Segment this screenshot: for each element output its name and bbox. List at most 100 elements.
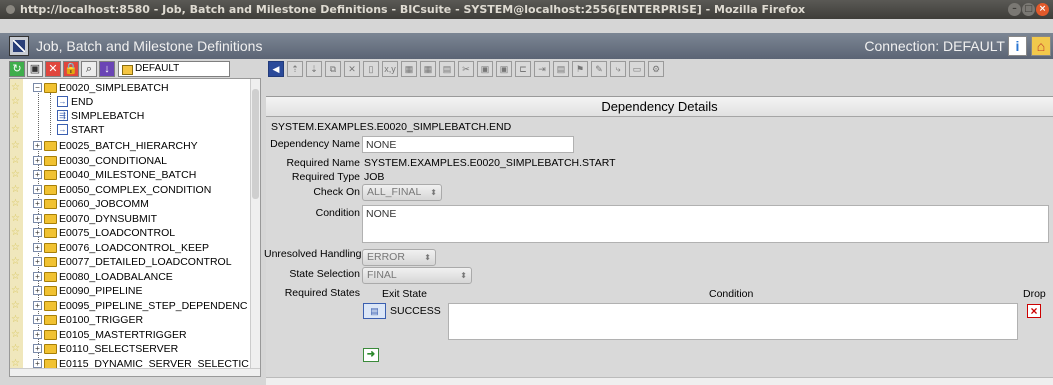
table-icon[interactable]: ▤ <box>439 61 455 77</box>
tree-row-folder[interactable]: ☆ + E0077_DETAILED_LOADCONTROL <box>10 255 250 269</box>
job-icon: → <box>57 96 68 107</box>
exit-state-picker-icon[interactable]: ▤ <box>363 303 386 319</box>
save-icon[interactable]: ▤ <box>553 61 569 77</box>
grid-alt-icon[interactable]: ▦ <box>420 61 436 77</box>
close-window-button[interactable]: × <box>1036 3 1049 16</box>
tree-row-folder[interactable]: ☆ + E0105_MASTERTRIGGER <box>10 328 250 342</box>
required-states-label: Required States <box>284 287 360 299</box>
expand-icon[interactable]: + <box>33 358 42 368</box>
expand-icon[interactable]: + <box>33 271 42 281</box>
dependency-name-input[interactable]: NONE <box>362 136 574 153</box>
tree-row-folder[interactable]: ☆ + E0040_MILESTONE_BATCH <box>10 168 250 182</box>
star-icon: ☆ <box>11 328 20 340</box>
run-icon[interactable]: ⤷ <box>610 61 626 77</box>
tree-row-child[interactable]: ☆ → START <box>10 123 250 137</box>
tree-row-folder[interactable]: ☆ + E0025_BATCH_HIERARCHY <box>10 139 250 153</box>
cut-icon[interactable]: ✂ <box>458 61 474 77</box>
expand-icon[interactable]: + <box>33 213 42 223</box>
delete-icon[interactable]: ✕ <box>344 61 360 77</box>
expand-icon[interactable]: + <box>33 141 42 150</box>
clipboard-icon[interactable]: ▣ <box>496 61 512 77</box>
tree-row-folder[interactable]: ☆ + E0095_PIPELINE_STEP_DEPENDENC <box>10 299 250 313</box>
filter-icon[interactable]: ⚙ <box>648 61 664 77</box>
star-icon: ☆ <box>11 357 20 369</box>
expand-icon[interactable]: + <box>33 155 42 165</box>
document-icon[interactable]: ▯ <box>363 61 379 77</box>
drop-state-button[interactable]: × <box>1027 304 1041 318</box>
expand-icon[interactable]: + <box>33 228 42 237</box>
object-path: SYSTEM.EXAMPLES.E0020_SIMPLEBATCH.END <box>271 121 512 133</box>
search-icon[interactable]: ⌕ <box>81 61 97 77</box>
unresolved-handling-value: ERROR <box>367 251 405 263</box>
back-icon[interactable]: ◀ <box>268 61 284 77</box>
home-icon[interactable]: ⌂ <box>1031 36 1051 56</box>
check-on-select[interactable]: ALL_FINAL ⬍ <box>362 184 442 201</box>
dependency-name-label: Dependency Name <box>270 138 360 150</box>
tree-row-folder[interactable]: ☆ + E0030_CONDITIONAL <box>10 154 250 168</box>
tree-item-label: E0080_LOADBALANCE <box>59 270 173 283</box>
state-selection-select[interactable]: FINAL ⬍ <box>362 267 472 284</box>
lock-icon[interactable]: 🔒 <box>63 61 79 77</box>
move-up-icon[interactable]: ⇡ <box>287 61 303 77</box>
unresolved-handling-select[interactable]: ERROR ⬍ <box>362 249 436 266</box>
tree-row-folder[interactable]: ☆ + E0100_TRIGGER <box>10 313 250 327</box>
collapse-icon[interactable]: − <box>33 83 42 92</box>
expand-icon[interactable]: + <box>33 286 42 295</box>
export-icon[interactable]: ⇥ <box>534 61 550 77</box>
tree-row-folder[interactable]: ☆ + E0075_LOADCONTROL <box>10 226 250 240</box>
tree-row-folder[interactable]: ☆ + E0050_COMPLEX_CONDITION <box>10 183 250 197</box>
expand-icon[interactable]: + <box>33 257 42 266</box>
folder-icon <box>44 315 57 325</box>
expand-icon[interactable]: + <box>33 344 42 353</box>
tree-horizontal-scrollbar[interactable] <box>10 368 260 376</box>
condition-textarea[interactable]: NONE <box>362 205 1049 243</box>
copy-icon[interactable]: ⧉ <box>325 61 341 77</box>
paste-icon[interactable]: ▣ <box>477 61 493 77</box>
tree-row-open-folder[interactable]: ☆ − E0020_SIMPLEBATCH <box>10 81 250 95</box>
detail-horizontal-scrollbar[interactable] <box>266 377 1053 385</box>
tree-row-child[interactable]: ☆ ⇶ SIMPLEBATCH <box>10 109 250 123</box>
download-icon[interactable]: ⇣ <box>306 61 322 77</box>
expand-icon[interactable]: + <box>33 184 42 194</box>
tree-row-folder[interactable]: ☆ + E0076_LOADCONTROL_KEEP <box>10 241 250 255</box>
scope-select[interactable]: DEFAULT <box>118 61 230 77</box>
add-state-button[interactable]: ➜ <box>363 348 379 362</box>
delete-icon[interactable]: ✕ <box>45 61 61 77</box>
expand-icon[interactable]: + <box>33 199 42 208</box>
tree-row-child[interactable]: ☆ → END <box>10 95 250 109</box>
tree-row-folder[interactable]: ☆ + E0070_DYNSUBMIT <box>10 212 250 226</box>
expand-icon[interactable]: + <box>33 242 42 252</box>
tree-item-label: E0076_LOADCONTROL_KEEP <box>59 241 209 254</box>
tree-toolbar: ↻ ▣ ✕ 🔒 ⌕ ↓ DEFAULT <box>9 61 230 78</box>
parameter-icon[interactable]: x,y <box>382 61 398 77</box>
tree-icon[interactable]: ⊏ <box>515 61 531 77</box>
new-folder-icon[interactable]: ▣ <box>27 61 43 77</box>
expand-icon[interactable]: + <box>33 170 42 179</box>
tree-row-folder[interactable]: ☆ + E0110_SELECTSERVER <box>10 342 250 356</box>
tree-vertical-scrollbar[interactable] <box>250 79 260 376</box>
expand-icon[interactable]: + <box>33 329 42 339</box>
tree-item-label: E0030_CONDITIONAL <box>59 154 167 167</box>
flag-icon[interactable]: ⚑ <box>572 61 588 77</box>
comment-icon[interactable]: ▭ <box>629 61 645 77</box>
minimize-button[interactable]: – <box>1008 3 1021 16</box>
refresh-icon[interactable]: ↻ <box>9 61 25 77</box>
required-name-label: Required Name <box>286 157 360 169</box>
edit-icon[interactable]: ✎ <box>591 61 607 77</box>
scrollbar-thumb[interactable] <box>252 89 259 199</box>
tree-row-folder[interactable]: ☆ + E0060_JOBCOMM <box>10 197 250 211</box>
tree-row-folder[interactable]: ☆ + E0090_PIPELINE <box>10 284 250 298</box>
tree-row-folder[interactable]: ☆ + E0080_LOADBALANCE <box>10 270 250 284</box>
maximize-button[interactable]: □ <box>1022 3 1035 16</box>
info-icon[interactable]: i <box>1008 36 1027 56</box>
expand-icon[interactable]: + <box>33 315 42 324</box>
star-icon: ☆ <box>11 227 20 238</box>
state-condition-textarea[interactable] <box>448 303 1018 340</box>
download-icon[interactable]: ↓ <box>99 61 115 77</box>
grid-icon[interactable]: ▦ <box>401 61 417 77</box>
star-icon: ☆ <box>11 299 20 311</box>
tree-item-label: E0077_DETAILED_LOADCONTROL <box>59 256 232 268</box>
browser-window-title: http://localhost:8580 - Job, Batch and M… <box>20 3 806 16</box>
panel-header: Dependency Details <box>266 97 1053 117</box>
expand-icon[interactable]: + <box>33 300 42 310</box>
